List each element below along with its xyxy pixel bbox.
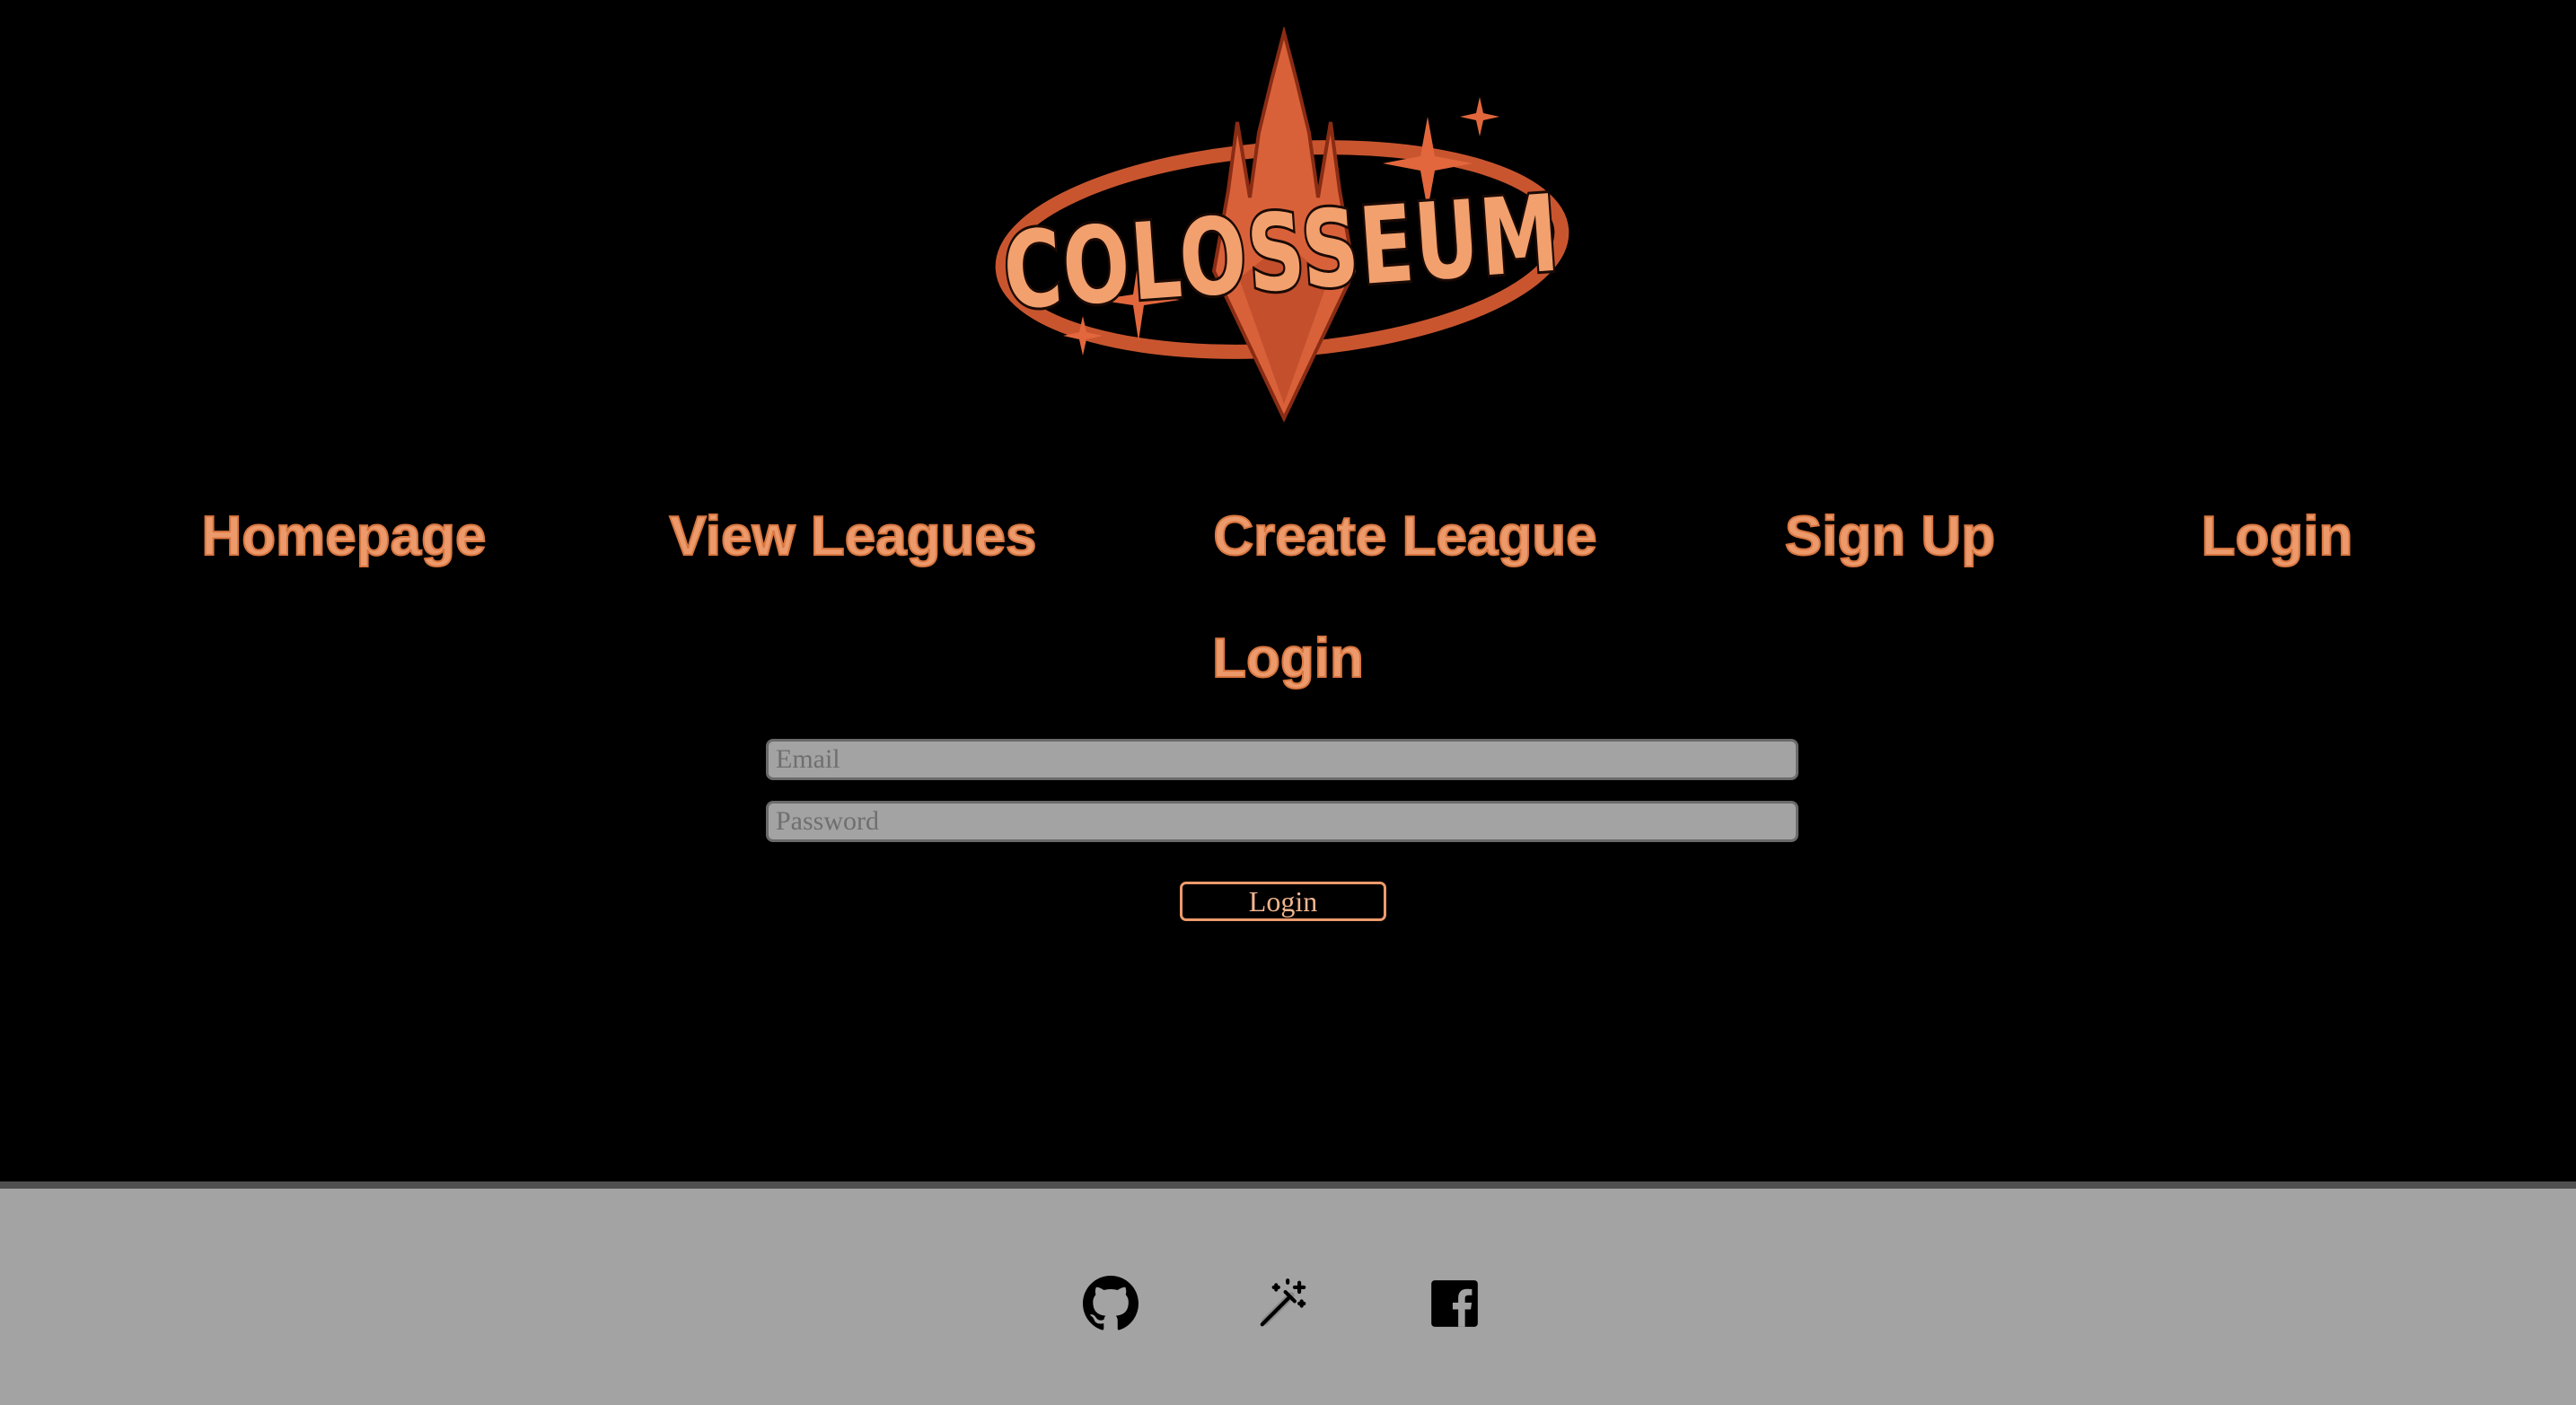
nav-sign-up[interactable]: Sign Up [1784,501,1996,573]
email-field[interactable] [766,739,1798,780]
nav-homepage[interactable]: Homepage [201,501,488,573]
facebook-icon[interactable] [1427,1276,1482,1331]
nav-login[interactable]: Login [2201,501,2354,573]
main-area: COLOSSEUM Homepage View Leagues Create L… [0,0,2576,1181]
login-heading: Login [1211,627,1365,690]
login-button[interactable]: Login [1180,882,1386,921]
footer [0,1181,2576,1405]
colosseum-logo[interactable]: COLOSSEUM [988,27,1580,422]
nav-view-leagues[interactable]: View Leagues [669,501,1038,573]
github-icon[interactable] [1083,1276,1139,1331]
nav-create-league[interactable]: Create League [1212,501,1597,573]
magic-wand-icon[interactable] [1255,1276,1311,1331]
password-field[interactable] [766,801,1798,842]
